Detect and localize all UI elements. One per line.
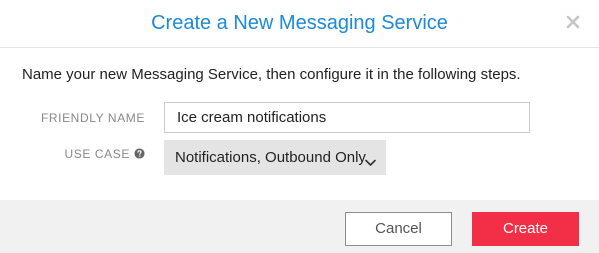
use-case-label-row: USE CASE	[65, 147, 146, 162]
close-button[interactable]	[563, 12, 583, 32]
intro-text: Name your new Messaging Service, then co…	[22, 66, 521, 83]
create-messaging-service-modal: Create a New Messaging Service Name your…	[0, 0, 599, 253]
modal-title: Create a New Messaging Service	[151, 12, 448, 34]
question-circle-icon[interactable]	[134, 148, 145, 162]
create-button[interactable]: Create	[472, 212, 579, 246]
use-case-select[interactable]: Notifications, Outbound Only	[164, 140, 386, 175]
chevron-down-icon	[365, 154, 376, 172]
modal-footer: Cancel Create	[0, 200, 599, 253]
use-case-selected-value: Notifications, Outbound Only	[175, 149, 366, 166]
use-case-label: USE CASE	[64, 147, 130, 161]
close-icon	[563, 12, 583, 32]
friendly-name-label: FRIENDLY NAME	[40, 111, 145, 125]
modal-header: Create a New Messaging Service	[0, 0, 599, 48]
cancel-button[interactable]: Cancel	[345, 212, 452, 246]
friendly-name-input[interactable]	[164, 102, 530, 133]
